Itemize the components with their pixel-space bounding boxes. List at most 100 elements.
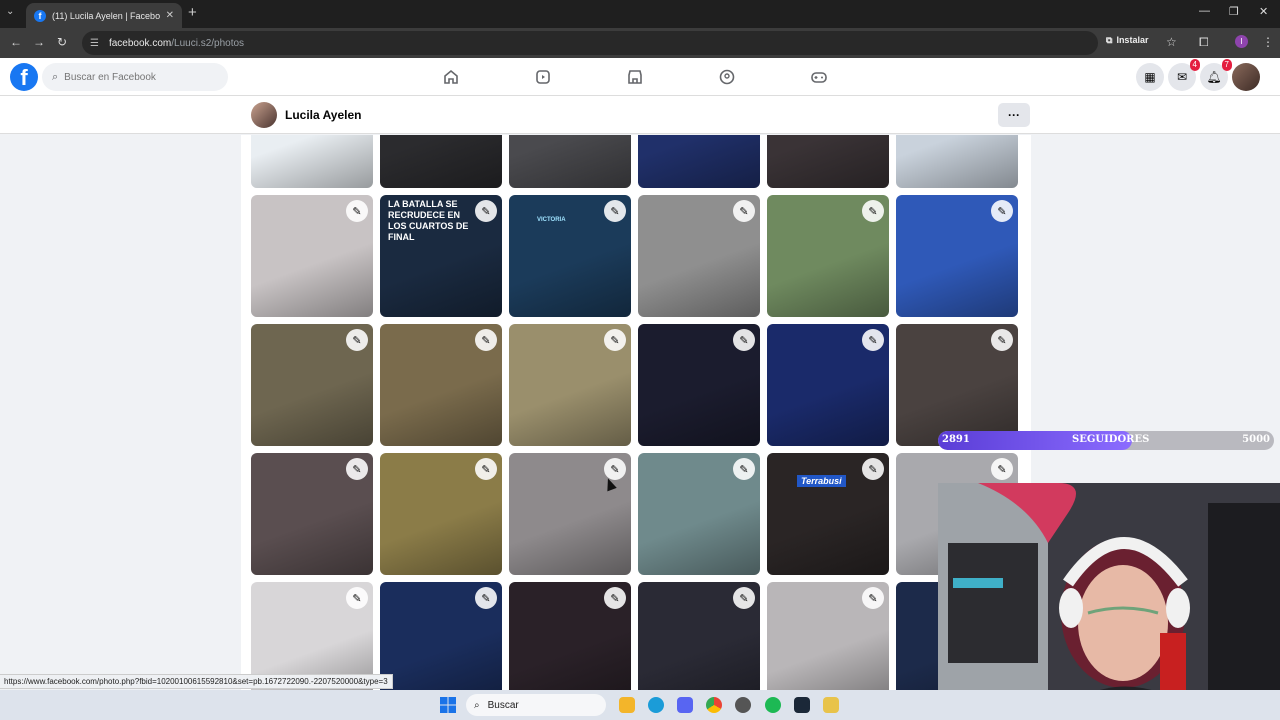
file-explorer-icon[interactable] — [619, 697, 635, 713]
photo-thumbnail[interactable]: ✎ — [509, 324, 631, 446]
edit-pencil-icon[interactable]: ✎ — [604, 587, 626, 609]
profile-avatar[interactable] — [251, 102, 277, 128]
edit-pencil-icon[interactable]: ✎ — [862, 329, 884, 351]
edit-pencil-icon[interactable]: ✎ — [475, 329, 497, 351]
search-input[interactable] — [64, 71, 215, 83]
messenger-button[interactable]: ✉ 4 — [1168, 59, 1200, 91]
edit-pencil-icon[interactable]: ✎ — [346, 329, 368, 351]
photo-thumbnail[interactable] — [638, 135, 760, 188]
photo-thumbnail[interactable]: ✎ — [638, 582, 760, 690]
edit-pencil-icon[interactable]: ✎ — [991, 329, 1013, 351]
groups-icon[interactable] — [718, 68, 736, 86]
facebook-search[interactable]: ⌕ — [42, 63, 228, 91]
photo-thumbnail[interactable] — [767, 135, 889, 188]
photo-thumbnail[interactable]: ✎ — [380, 453, 502, 575]
edit-pencil-icon[interactable]: ✎ — [604, 200, 626, 222]
photo-thumbnail[interactable]: ✎ — [251, 453, 373, 575]
edit-pencil-icon[interactable]: ✎ — [346, 458, 368, 480]
marketplace-icon[interactable] — [626, 68, 644, 86]
edit-pencil-icon[interactable]: ✎ — [991, 458, 1013, 480]
bookmark-star-icon[interactable]: ☆ — [1166, 35, 1177, 49]
followers-goal-bar: 2891 SEGUIDORES 5000 — [938, 431, 1274, 450]
reload-icon[interactable]: ↻ — [57, 35, 67, 49]
back-icon[interactable]: ← — [10, 35, 22, 49]
browser-profile-avatar[interactable]: I — [1235, 35, 1248, 48]
photo-thumbnail[interactable] — [509, 135, 631, 188]
browser-tab-facebook[interactable]: f (11) Lucila Ayelen | Facebook ✕ — [26, 3, 182, 28]
edit-pencil-icon[interactable]: ✎ — [346, 587, 368, 609]
profile-name[interactable]: Lucila Ayelen — [285, 108, 361, 122]
home-icon[interactable] — [442, 68, 460, 86]
photo-thumbnail[interactable]: ✎ — [509, 582, 631, 690]
edit-pencil-icon[interactable]: ✎ — [733, 458, 755, 480]
photo-thumbnail[interactable] — [896, 135, 1018, 188]
edit-pencil-icon[interactable]: ✎ — [862, 200, 884, 222]
gaming-icon[interactable] — [810, 68, 828, 86]
photo-thumbnail[interactable]: ✎ — [767, 324, 889, 446]
site-info-icon[interactable]: ☰ — [90, 38, 99, 49]
photo-caption-text: Terrabusi — [797, 475, 846, 487]
edit-pencil-icon[interactable]: ✎ — [604, 458, 626, 480]
edit-pencil-icon[interactable]: ✎ — [733, 587, 755, 609]
edit-pencil-icon[interactable]: ✎ — [475, 587, 497, 609]
grid-icon: ▦ — [1144, 70, 1156, 84]
video-icon[interactable] — [534, 68, 552, 86]
chrome-icon[interactable] — [706, 697, 722, 713]
messenger-badge: 4 — [1189, 59, 1200, 71]
photo-thumbnail[interactable]: ✎ — [638, 324, 760, 446]
photo-caption-text: LA BATALLA SE RECRUDECE EN LOS CUARTOS D… — [388, 199, 469, 242]
install-app-button[interactable]: ⧉ Instalar — [1106, 35, 1148, 46]
photo-thumbnail[interactable]: ✎ — [638, 195, 760, 317]
edit-pencil-icon[interactable]: ✎ — [475, 200, 497, 222]
followers-label: SEGUIDORES — [1072, 434, 1150, 445]
tab-search-chevron-icon[interactable]: ⌄ — [6, 6, 14, 17]
close-tab-icon[interactable]: ✕ — [166, 10, 174, 21]
spotify-icon[interactable] — [765, 697, 781, 713]
photo-thumbnail[interactable]: ✎ LA BATALLA SE RECRUDECE EN LOS CUARTOS … — [380, 195, 502, 317]
edit-pencil-icon[interactable]: ✎ — [346, 200, 368, 222]
photo-thumbnail[interactable]: ✎ — [380, 324, 502, 446]
steam-icon[interactable] — [794, 697, 810, 713]
photo-thumbnail[interactable]: ✎ Terrabusi — [767, 453, 889, 575]
edit-pencil-icon[interactable]: ✎ — [862, 587, 884, 609]
more-options-button[interactable]: ··· — [998, 103, 1030, 127]
photo-thumbnail[interactable]: ✎ — [896, 324, 1018, 446]
edit-pencil-icon[interactable]: ✎ — [475, 458, 497, 480]
browser-menu-icon[interactable]: ⋮ — [1262, 35, 1274, 49]
minimize-icon[interactable]: — — [1199, 5, 1210, 17]
windows-start-icon[interactable] — [440, 697, 456, 713]
photo-thumbnail[interactable]: ✎ VICTORIA — [509, 195, 631, 317]
forward-icon[interactable]: → — [33, 35, 45, 49]
photo-thumbnail[interactable]: ✎ — [509, 453, 631, 575]
photo-thumbnail[interactable]: ✎ — [638, 453, 760, 575]
extensions-icon[interactable]: ⧠ — [1199, 35, 1209, 50]
obs-icon[interactable] — [735, 697, 751, 713]
app-icon[interactable] — [823, 697, 839, 713]
edit-pencil-icon[interactable]: ✎ — [862, 458, 884, 480]
taskbar-search-icon: ⌕ — [474, 699, 480, 711]
edge-icon[interactable] — [648, 697, 664, 713]
notifications-badge: 7 — [1221, 59, 1232, 71]
edit-pencil-icon[interactable]: ✎ — [733, 200, 755, 222]
notifications-button[interactable]: 🔔︎ 7 — [1200, 59, 1232, 91]
photo-thumbnail[interactable] — [380, 135, 502, 188]
edit-pencil-icon[interactable]: ✎ — [991, 200, 1013, 222]
facebook-logo-icon[interactable]: f — [10, 63, 38, 91]
edit-pencil-icon[interactable]: ✎ — [604, 329, 626, 351]
photo-thumbnail[interactable]: ✎ — [767, 582, 889, 690]
photo-thumbnail[interactable]: ✎ — [767, 195, 889, 317]
photo-thumbnail[interactable]: ✎ — [896, 195, 1018, 317]
photo-thumbnail[interactable]: ✎ — [251, 195, 373, 317]
photo-thumbnail[interactable] — [251, 135, 373, 188]
photo-thumbnail[interactable]: ✎ — [380, 582, 502, 690]
discord-icon[interactable] — [677, 697, 693, 713]
edit-pencil-icon[interactable]: ✎ — [733, 329, 755, 351]
account-avatar[interactable] — [1232, 63, 1260, 91]
photo-thumbnail[interactable]: ✎ — [251, 324, 373, 446]
restore-icon[interactable]: ❐ — [1229, 5, 1239, 18]
address-bar[interactable]: ☰ facebook.com/Luuci.s2/photos — [82, 31, 1098, 55]
new-tab-icon[interactable]: + — [188, 4, 197, 21]
menu-grid-button[interactable]: ▦ — [1136, 63, 1164, 91]
close-window-icon[interactable]: ✕ — [1259, 5, 1268, 18]
taskbar-search[interactable]: ⌕ Buscar — [466, 694, 606, 716]
